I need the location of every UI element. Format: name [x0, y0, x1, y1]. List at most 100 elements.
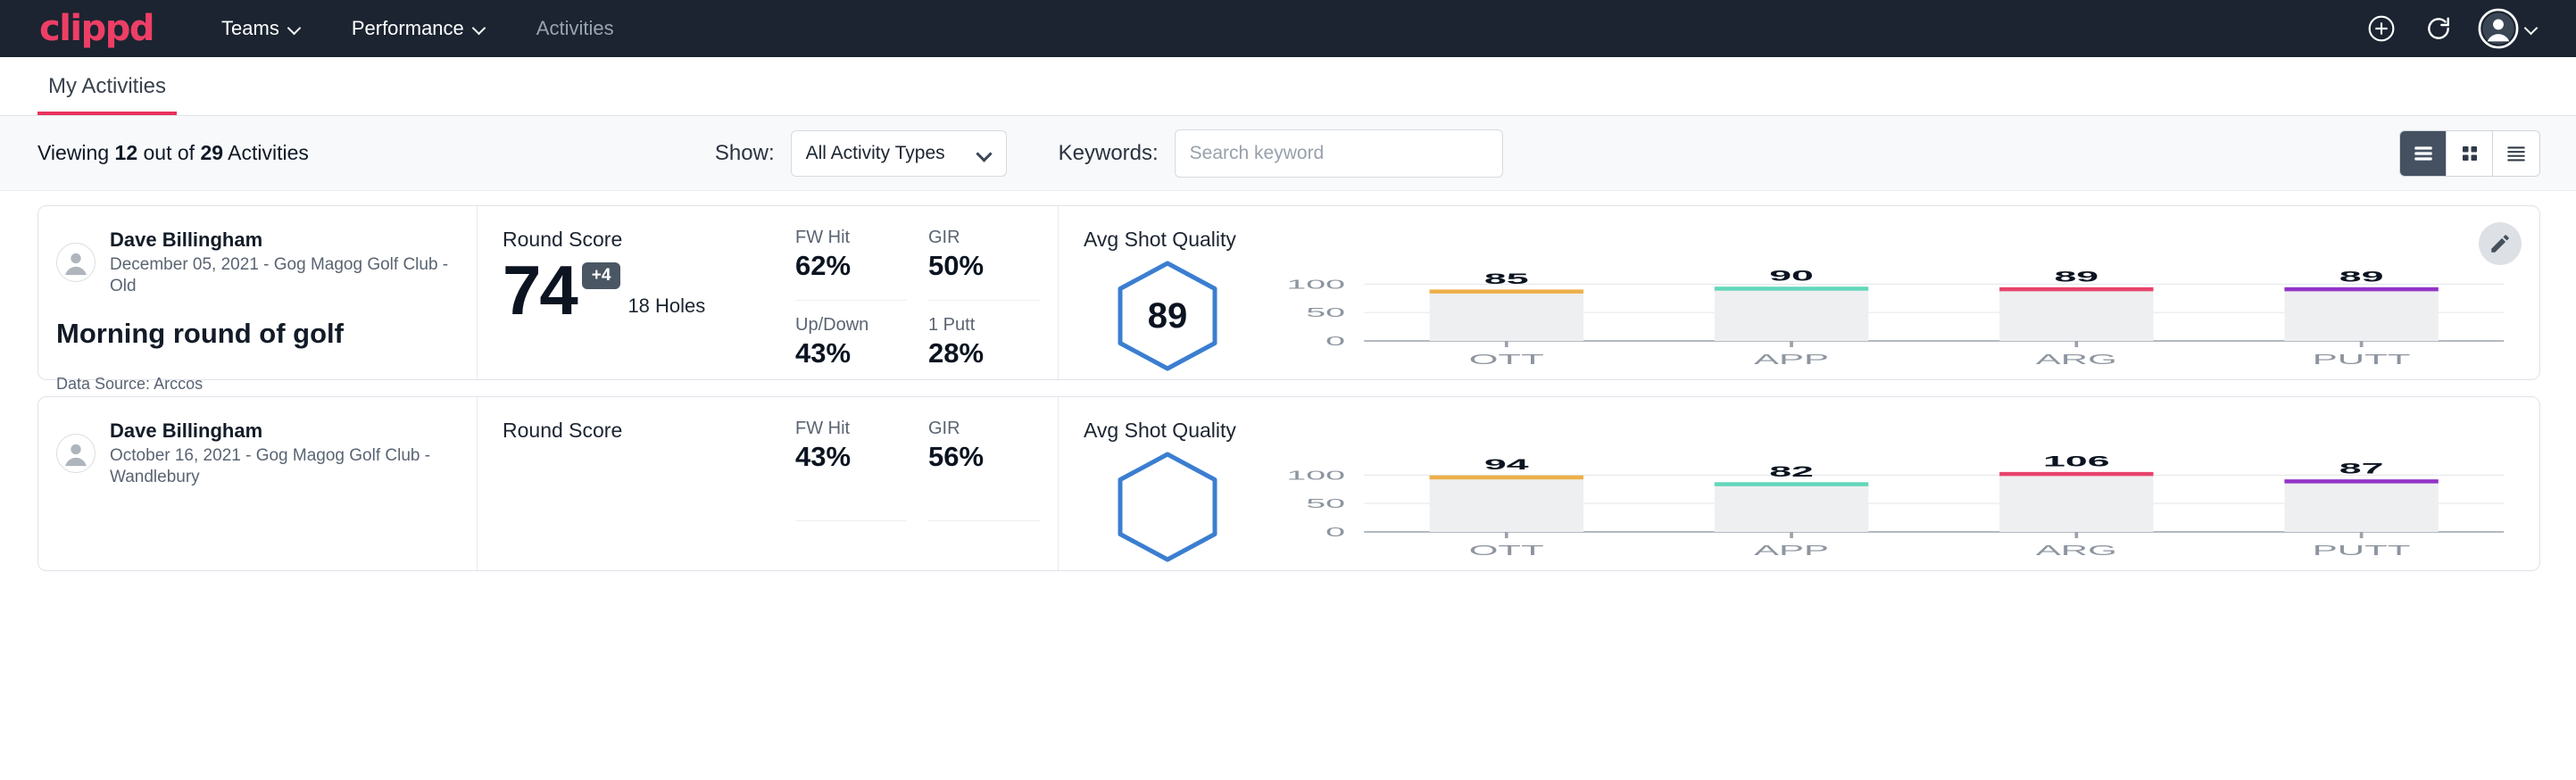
nav-item-teams[interactable]: Teams [221, 17, 302, 40]
activity-card-list: Dave Billingham December 05, 2021 - Gog … [0, 191, 2576, 571]
activity-meta: December 05, 2021 - Gog Magog Golf Club … [110, 254, 477, 298]
player-name: Dave Billingham [110, 419, 477, 444]
svg-text:PUTT: PUTT [2313, 351, 2411, 367]
nav-item-activities-label: Activities [536, 17, 614, 40]
stat-value: 62% [795, 250, 907, 282]
pencil-icon [2489, 232, 2512, 255]
svg-text:100: 100 [1286, 468, 1345, 483]
viewing-total: 29 [200, 141, 223, 164]
round-score-row: 74 +4 18 Holes [503, 257, 790, 323]
player-name: Dave Billingham [110, 228, 477, 253]
score-delta-badge: +4 [582, 262, 621, 289]
viewing-mid: out of [144, 141, 195, 164]
player-row: Dave Billingham December 05, 2021 - Gog … [56, 228, 477, 298]
round-score-label: Round Score [503, 228, 790, 252]
svg-text:87: 87 [2339, 461, 2384, 477]
svg-text:85: 85 [1484, 270, 1529, 287]
svg-text:89: 89 [2339, 268, 2384, 285]
clippd-logo[interactable]: clippd [39, 11, 154, 46]
search-input[interactable] [1175, 129, 1503, 178]
stat-gir: GIR 50% [928, 228, 1040, 301]
add-icon[interactable] [2360, 7, 2403, 50]
account-avatar[interactable] [2478, 8, 2539, 49]
grid-view-icon [2459, 143, 2480, 164]
svg-text:OTT: OTT [1469, 542, 1544, 558]
activity-title: Morning round of golf [56, 318, 477, 350]
svg-text:APP: APP [1754, 351, 1829, 367]
stat-value: 28% [928, 337, 1040, 369]
nav-item-teams-label: Teams [221, 17, 279, 40]
stat-gir: GIR 56% [928, 419, 1040, 521]
stat-up-down: Up/Down 43% [795, 315, 907, 380]
keywords-label: Keywords: [1059, 141, 1159, 166]
stat-value: 43% [795, 337, 907, 369]
svg-text:OTT: OTT [1469, 351, 1544, 367]
nav-item-activities[interactable]: Activities [536, 17, 614, 40]
player-identity: Dave Billingham October 16, 2021 - Gog M… [110, 419, 477, 489]
view-mode-toggle-group [2399, 130, 2540, 177]
hexagon-icon [1115, 450, 1220, 564]
svg-text:90: 90 [1769, 268, 1814, 285]
stat-label: 1 Putt [928, 315, 1040, 336]
chevron-down-icon [474, 22, 486, 35]
shot-quality-bar-chart: 05010094OTT82APP106ARG87PUTT [1251, 446, 2539, 567]
svg-text:ARG: ARG [2036, 351, 2117, 367]
view-list-button[interactable] [2400, 131, 2447, 176]
svg-text:82: 82 [1769, 463, 1814, 480]
holes-played: 18 Holes [627, 295, 705, 323]
activity-card[interactable]: Dave Billingham October 16, 2021 - Gog M… [37, 396, 2540, 571]
player-row: Dave Billingham October 16, 2021 - Gog M… [56, 419, 477, 489]
player-identity: Dave Billingham December 05, 2021 - Gog … [110, 228, 477, 298]
user-avatar-icon [58, 436, 94, 471]
svg-text:PUTT: PUTT [2313, 542, 2411, 558]
stats-grid: FW Hit 62% GIR 50% Up/Down 43% 1 Putt 28… [790, 206, 1058, 379]
top-navigation-bar: clippd Teams Performance Activities [0, 0, 2576, 57]
avg-shot-quality-label: Avg Shot Quality [1084, 228, 2539, 252]
avatar [56, 243, 96, 282]
stat-value: 50% [928, 250, 1040, 282]
show-label: Show: [715, 141, 775, 166]
user-avatar-icon [58, 245, 94, 280]
stat-fw-hit: FW Hit 43% [795, 419, 907, 521]
svg-text:0: 0 [1325, 334, 1345, 349]
chevron-down-icon [2526, 22, 2539, 35]
shot-quality-bar-chart: 05010085OTT90APP89ARG89PUTT [1251, 255, 2539, 376]
edit-activity-button[interactable] [2479, 222, 2522, 265]
bar-chart-svg: 05010085OTT90APP89ARG89PUTT [1251, 261, 2518, 371]
quality-hexagon-wrap: 89 [1084, 255, 1251, 373]
view-grid-button[interactable] [2447, 131, 2493, 176]
view-compact-button[interactable] [2493, 131, 2539, 176]
svg-text:0: 0 [1325, 525, 1345, 540]
quality-hexagon-wrap [1084, 446, 1251, 564]
stat-label: FW Hit [795, 228, 907, 248]
round-score-column: Round Score [478, 397, 790, 570]
round-score-column: Round Score 74 +4 18 Holes [478, 206, 790, 379]
svg-text:89: 89 [2054, 268, 2098, 285]
activity-type-select[interactable]: All Activity Types [791, 130, 1007, 177]
activity-card[interactable]: Dave Billingham December 05, 2021 - Gog … [37, 205, 2540, 380]
stat-label: Up/Down [795, 315, 907, 336]
nav-item-performance[interactable]: Performance [352, 17, 486, 40]
chevron-down-icon [289, 22, 302, 35]
viewing-suffix: Activities [228, 141, 309, 164]
stat-value: 43% [795, 441, 907, 473]
quality-hexagon [1115, 450, 1220, 564]
activity-type-select-value: All Activity Types [806, 143, 945, 164]
svg-text:50: 50 [1306, 305, 1345, 320]
tab-my-activities[interactable]: My Activities [37, 74, 177, 115]
stat-label: FW Hit [795, 419, 907, 439]
svg-text:106: 106 [2043, 452, 2110, 469]
svg-text:50: 50 [1306, 496, 1345, 511]
svg-text:ARG: ARG [2036, 542, 2117, 558]
avg-shot-quality-value: 89 [1115, 259, 1220, 373]
round-score-value: 74 [503, 257, 577, 323]
refresh-icon[interactable] [2417, 7, 2460, 50]
avg-shot-quality-body: 05010094OTT82APP106ARG87PUTT [1084, 446, 2539, 567]
data-source: Data Source: Arccos [56, 375, 477, 394]
compact-view-icon [2505, 142, 2528, 165]
avg-shot-quality-column: Avg Shot Quality 89 05010085OTT90APP89AR… [1058, 206, 2539, 379]
svg-text:APP: APP [1754, 542, 1829, 558]
stat-fw-hit: FW Hit 62% [795, 228, 907, 301]
stat-value: 56% [928, 441, 1040, 473]
viewing-summary: Viewing 12 out of 29 Activities [37, 141, 309, 165]
